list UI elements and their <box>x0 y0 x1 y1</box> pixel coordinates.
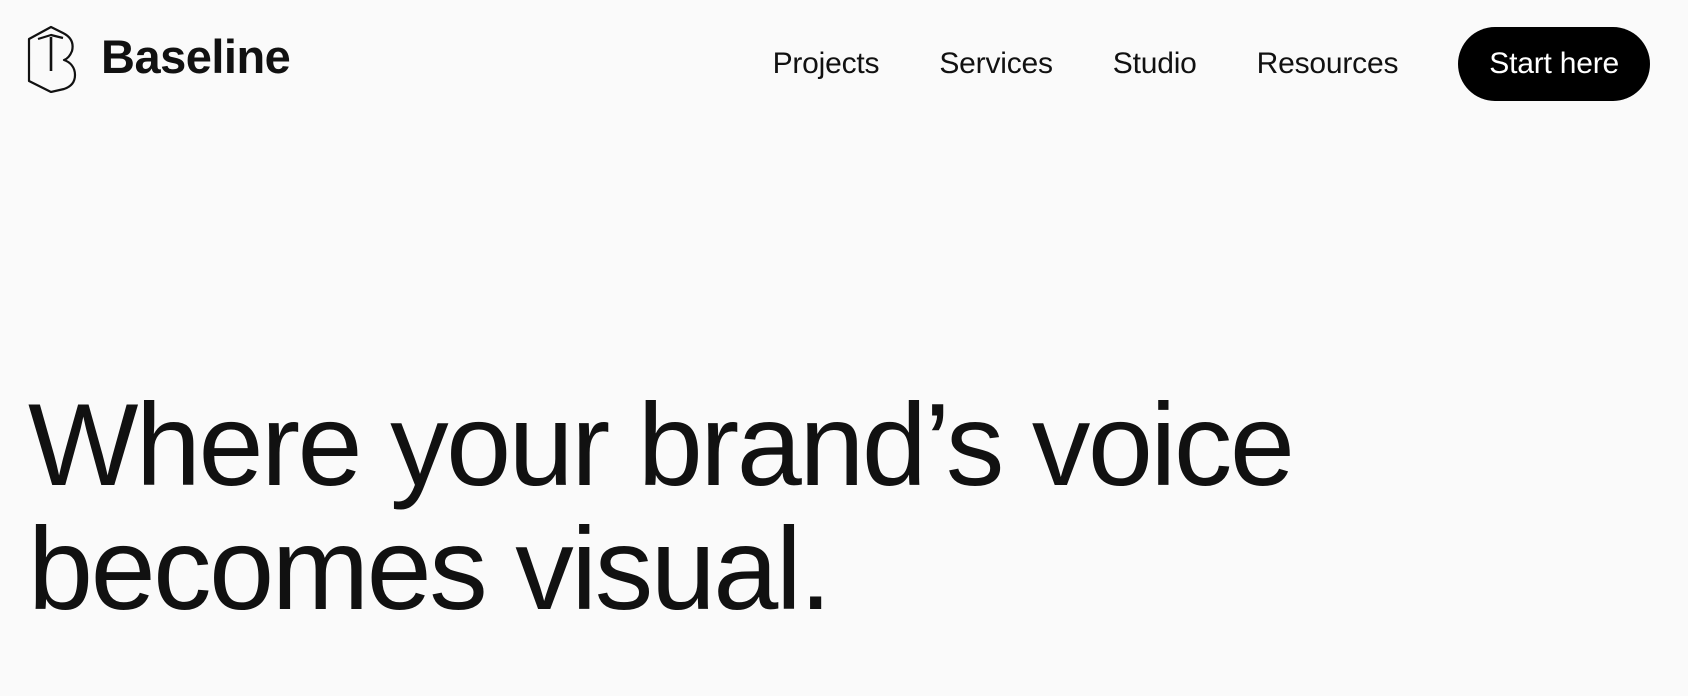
start-here-button[interactable]: Start here <box>1458 27 1650 101</box>
nav-link-resources[interactable]: Resources <box>1257 49 1399 79</box>
main-nav: Projects Services Studio Resources Start… <box>773 26 1650 102</box>
hero-headline-line-1: Where your brand’s voice <box>28 379 1295 510</box>
nav-link-projects[interactable]: Projects <box>773 49 880 79</box>
brand-home-link[interactable]: Baseline <box>27 24 291 94</box>
nav-link-studio[interactable]: Studio <box>1113 49 1197 79</box>
site-header: Baseline Projects Services Studio Resour… <box>0 0 1688 130</box>
brand-name: Baseline <box>101 29 291 83</box>
hero-headline: Where your brand’s voice becomes visual. <box>28 383 1528 631</box>
hero-headline-line-2: becomes visual. <box>28 503 832 634</box>
hexagon-b-logo-icon <box>27 25 77 93</box>
nav-link-services[interactable]: Services <box>939 49 1053 79</box>
hero-section: Where your brand’s voice becomes visual. <box>28 383 1528 631</box>
